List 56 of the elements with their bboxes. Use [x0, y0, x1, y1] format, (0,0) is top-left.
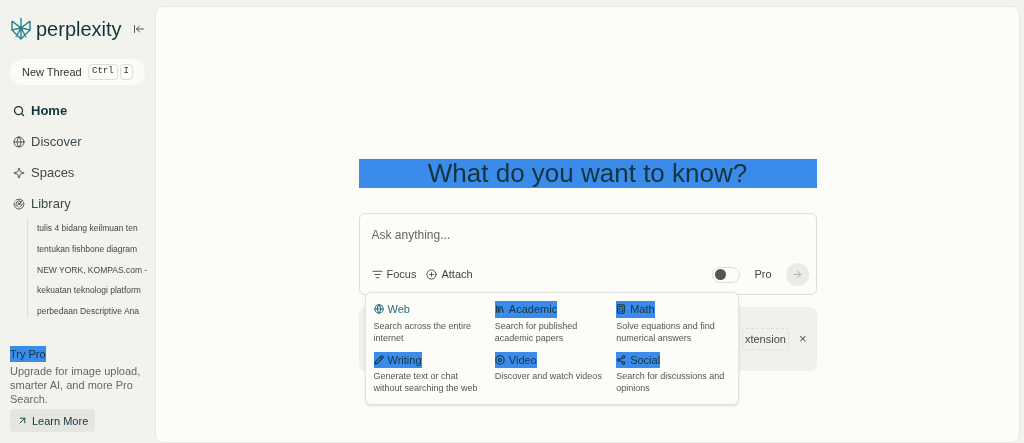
focus-button[interactable]: Focus [371, 266, 417, 283]
option-title: Video [508, 352, 537, 368]
attach-button[interactable]: Attach [426, 266, 473, 283]
close-button[interactable]: × [798, 329, 807, 349]
focus-option[interactable]: Video Discover and watch videos [494, 351, 609, 394]
ask-input[interactable]: Ask anything... [371, 226, 804, 244]
search-icon [13, 104, 25, 117]
library-thread-link[interactable]: tulis 4 bidang keilmuan ten [37, 222, 153, 235]
option-description: Search across the entire internet [373, 319, 473, 344]
new-thread-button[interactable]: New Thread Ctrl I [10, 59, 145, 85]
extension-button[interactable]: xtension [741, 328, 789, 350]
option-title: Academic [508, 302, 558, 317]
calculator-icon [616, 304, 627, 315]
option-description: Search for published academic papers [494, 319, 579, 344]
arrow-icon [791, 269, 803, 280]
page-heading: What do you want to know? [358, 159, 817, 188]
library-thread-link[interactable]: perbedaan Descriptive Ana [37, 305, 153, 318]
option-description: Discover and watch videos [494, 370, 603, 382]
logo-icon [10, 17, 32, 41]
network-icon [616, 354, 627, 365]
radar-icon [13, 197, 25, 210]
focus-option[interactable]: Social Search for discussions and opinions [616, 351, 730, 394]
focus-option[interactable]: Writing Generate text or chat without searching the web [373, 351, 487, 394]
globe-icon [13, 135, 25, 148]
pro-label: Pro [754, 267, 772, 283]
option-title: Writing [387, 352, 422, 368]
focus-option[interactable]: Math Solve equations and find numerical answers [616, 301, 730, 344]
collapse-sidebar-icon[interactable] [133, 23, 145, 35]
globe-icon [373, 304, 384, 315]
brand-name: perplexity [36, 17, 122, 42]
nav-item[interactable]: Spaces [10, 157, 145, 188]
plus-icon [426, 269, 438, 280]
nav-item[interactable]: Library [10, 188, 145, 219]
play-icon [494, 354, 505, 365]
option-description: Search for discussions and opinions [616, 370, 726, 394]
filter-icon [371, 269, 383, 280]
promo-title: Try Pro [10, 345, 46, 363]
option-title: Web [387, 302, 410, 317]
shortcut-key: Ctrl [88, 64, 118, 80]
learn-more-button[interactable]: Learn More [10, 409, 96, 433]
option-description: Generate text or chat without searching the web [373, 370, 479, 394]
promo-text: Upgrade for image upload, smarter AI, and more Pro Search. [10, 364, 142, 407]
focus-option[interactable]: Academic Search for published academic papers [494, 301, 609, 344]
library-thread-link[interactable]: NEW YORK, KOMPAS.com - [37, 263, 153, 277]
option-description: Solve equations and find numerical answers [616, 319, 716, 344]
nav-item[interactable]: Home [10, 95, 145, 126]
focus-option[interactable]: Web Search across the entire internet [373, 301, 487, 344]
library-thread-link[interactable]: kekuatan teknologi platform [37, 284, 153, 297]
pencil-icon [373, 354, 384, 365]
option-title: Math [630, 302, 655, 317]
option-title: Social [630, 352, 661, 368]
library-thread-link[interactable]: tentukan fishbone diagram [37, 242, 153, 256]
nav-item[interactable]: Discover [10, 126, 145, 157]
books-icon [494, 304, 505, 315]
shortcut-key: I [119, 64, 133, 80]
sparkle-icon [13, 166, 25, 179]
